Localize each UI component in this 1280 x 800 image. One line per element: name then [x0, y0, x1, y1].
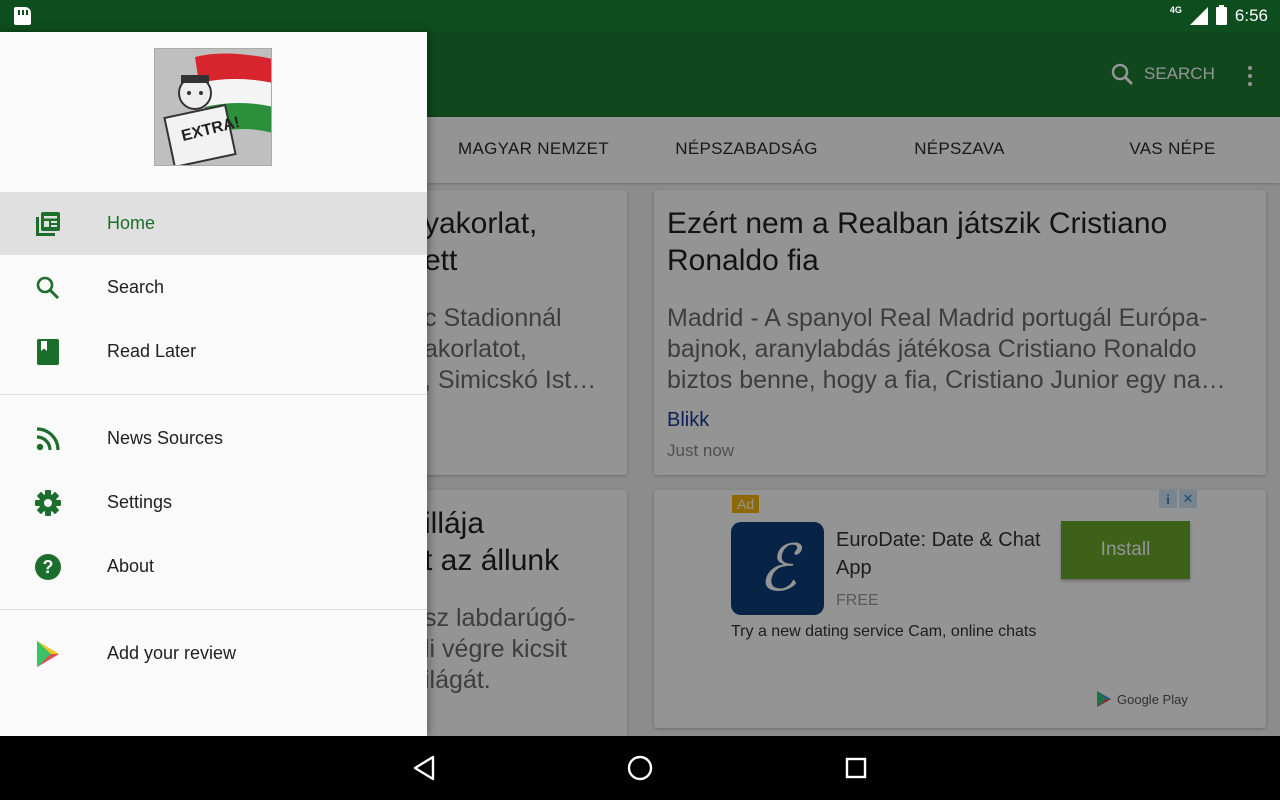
drawer-divider: [0, 609, 427, 610]
drawer-item-label: News Sources: [107, 428, 224, 448]
drawer-item-settings[interactable]: Settings: [0, 471, 427, 534]
drawer-item-label: Search: [107, 277, 165, 297]
svg-text:?: ?: [43, 557, 54, 577]
drawer-item-news-sources[interactable]: News Sources: [0, 407, 427, 470]
drawer-item-search[interactable]: Search: [0, 256, 427, 319]
drawer-header: EXTRA!: [0, 32, 427, 192]
search-icon: [34, 274, 62, 302]
bookmark-icon: [34, 338, 62, 366]
drawer-divider: [0, 394, 427, 395]
help-icon: ?: [34, 553, 62, 581]
navigation-drawer: EXTRA! Home Search Read Later News Sourc…: [0, 32, 427, 736]
back-icon: [413, 755, 435, 781]
drawer-item-label: Add your review: [107, 643, 237, 663]
signal-icon: [1189, 7, 1208, 25]
app-logo: EXTRA!: [154, 48, 272, 166]
gear-icon: [34, 489, 62, 517]
recents-button[interactable]: [840, 752, 872, 784]
network-type: 4G: [1169, 5, 1182, 15]
system-nav-bar: [0, 736, 1280, 800]
drawer-item-label: Settings: [107, 492, 173, 512]
drawer-item-read-later[interactable]: Read Later: [0, 320, 427, 383]
play-store-icon: [34, 640, 62, 668]
recents-square-icon: [845, 757, 867, 779]
home-circle-icon: [627, 755, 653, 781]
drawer-item-label: About: [107, 556, 155, 576]
battery-icon: [1215, 5, 1227, 25]
back-button[interactable]: [408, 752, 440, 784]
sd-card-icon: [14, 7, 31, 25]
newspaper-icon: [34, 210, 62, 238]
drawer-item-about[interactable]: ? About: [0, 535, 427, 598]
status-time: 6:56: [1234, 6, 1268, 25]
drawer-item-label: Home: [107, 213, 156, 233]
drawer-item-add-review[interactable]: Add your review: [0, 622, 427, 685]
drawer-item-label: Read Later: [107, 341, 197, 361]
home-button[interactable]: [624, 752, 656, 784]
rss-icon: [34, 425, 62, 453]
drawer-item-home[interactable]: Home: [0, 192, 427, 255]
status-bar: 4G 6:56: [0, 0, 1280, 32]
